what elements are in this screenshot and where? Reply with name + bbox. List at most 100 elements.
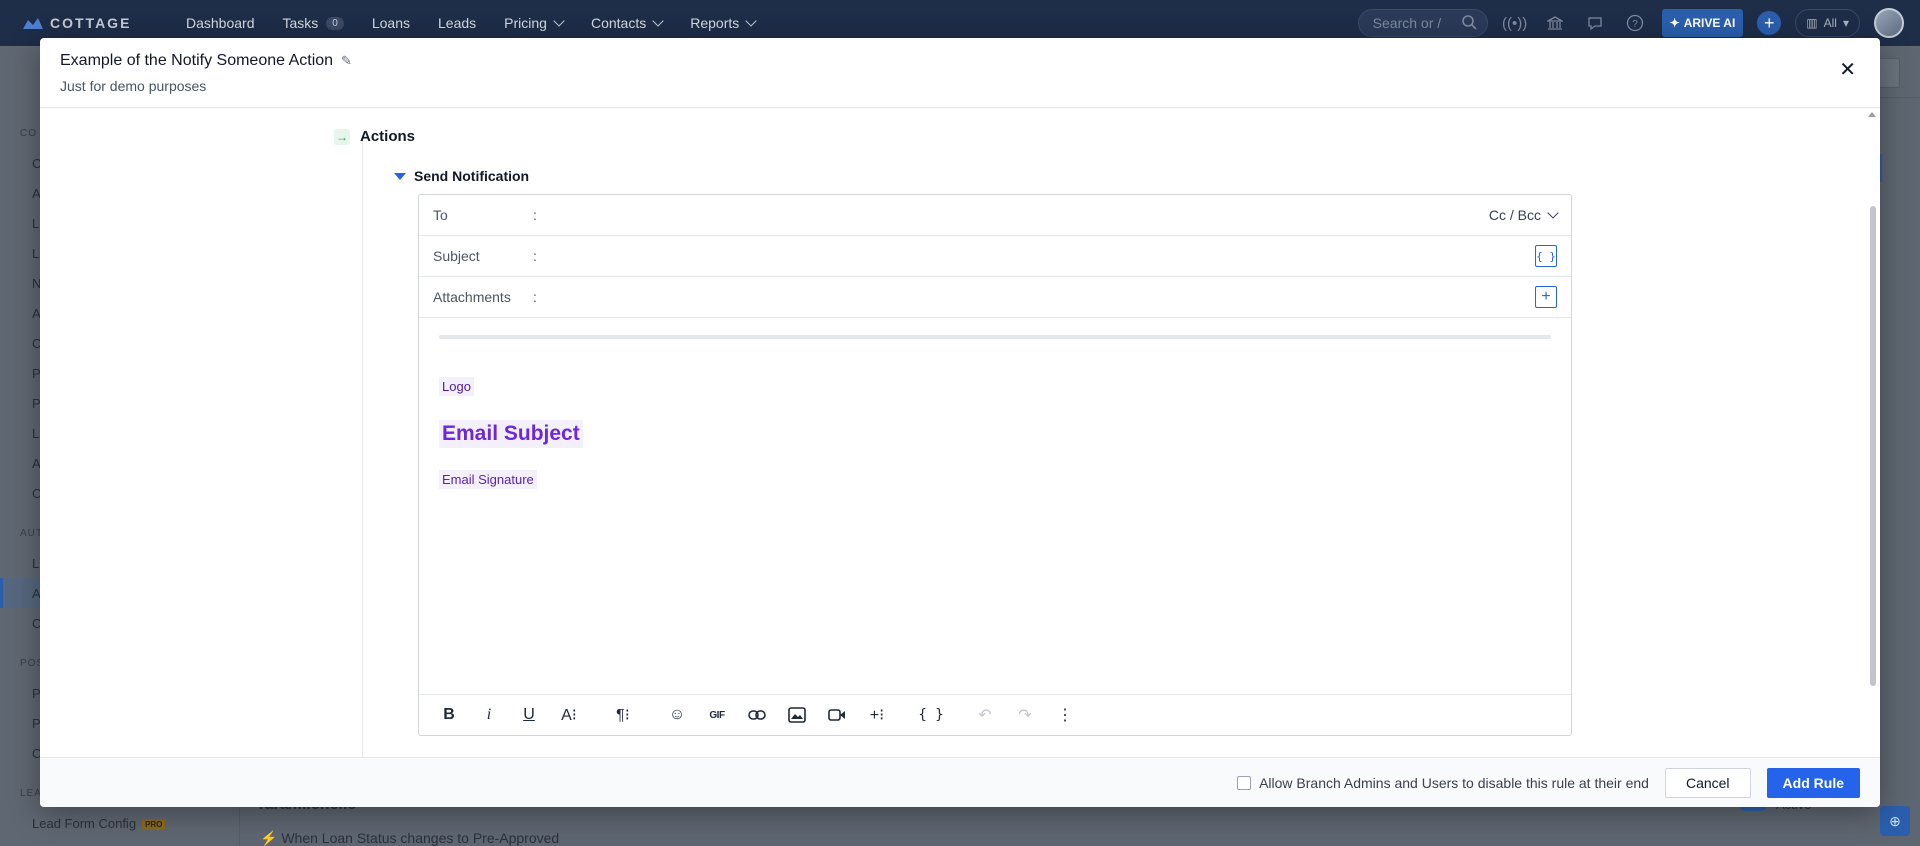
- brand-logo[interactable]: COTTAGE: [22, 15, 172, 31]
- nav-item-label: Pricing: [504, 15, 547, 31]
- help-icon[interactable]: ?: [1622, 10, 1648, 36]
- gif-icon[interactable]: GIF: [697, 700, 737, 730]
- link-icon[interactable]: [737, 700, 777, 730]
- pro-badge: PRO: [142, 819, 166, 831]
- announcement-icon[interactable]: [1582, 10, 1608, 36]
- scope-label: All: [1823, 16, 1837, 30]
- image-icon[interactable]: [777, 700, 817, 730]
- field-separator: :: [533, 289, 537, 305]
- allow-disable-label: Allow Branch Admins and Users to disable…: [1259, 774, 1649, 791]
- search-icon: [1461, 14, 1477, 33]
- modal-header: Example of the Notify Someone Action ✎ J…: [40, 38, 1880, 108]
- to-input[interactable]: [546, 200, 1489, 230]
- brand-name: COTTAGE: [50, 15, 132, 31]
- field-separator: :: [533, 207, 537, 223]
- attachments-label: Attachments: [433, 289, 511, 305]
- cottage-logo-icon: [22, 16, 44, 30]
- background-sidebar-item: L: [32, 426, 40, 441]
- add-rule-button[interactable]: Add Rule: [1766, 767, 1860, 798]
- text-size-icon[interactable]: A⁝: [549, 700, 589, 730]
- add-attachment-button[interactable]: +: [1535, 286, 1557, 308]
- background-sidebar-item-lead-form-config: Lead Form Config PRO: [32, 816, 166, 831]
- variables-icon[interactable]: { }: [911, 700, 951, 730]
- arive-ai-button[interactable]: ✦ ARIVE AI: [1661, 9, 1744, 37]
- caret-down-icon[interactable]: [394, 172, 406, 180]
- modal-title: Example of the Notify Someone Action: [60, 52, 334, 69]
- paragraph-format-icon[interactable]: ¶⁝: [603, 700, 643, 730]
- search-placeholder: Search or /: [1372, 15, 1442, 31]
- insert-variable-button[interactable]: { }: [1535, 245, 1557, 267]
- to-row: To : Cc / Bcc: [419, 195, 1571, 236]
- allow-disable-checkbox[interactable]: [1237, 775, 1252, 790]
- nav-item-label: Tasks: [282, 15, 319, 31]
- video-icon[interactable]: [817, 700, 857, 730]
- condition-field: Loan Status: [321, 830, 397, 846]
- template-signature-block: Email Signature: [439, 448, 1551, 489]
- cc-bcc-label: Cc / Bcc: [1488, 207, 1541, 223]
- bank-icon[interactable]: [1542, 10, 1568, 36]
- actions-label: Actions: [360, 128, 416, 145]
- subject-input[interactable]: [546, 241, 1535, 271]
- email-composer: To : Cc / Bcc Subject : { } Attachments …: [418, 194, 1572, 736]
- to-label: To: [433, 207, 448, 223]
- emoji-icon[interactable]: ☺: [657, 700, 697, 730]
- nav-item-label: Reports: [690, 15, 740, 31]
- cc-bcc-toggle[interactable]: Cc / Bcc: [1488, 207, 1559, 223]
- nav-item-label: Dashboard: [186, 15, 255, 31]
- underline-icon[interactable]: U: [509, 700, 549, 730]
- template-subject-block: Email Subject: [439, 396, 1551, 448]
- arrow-right-icon[interactable]: →: [334, 128, 350, 145]
- sparkle-icon: ✦: [1669, 16, 1680, 30]
- scope-selector[interactable]: ▥ All ▾: [1795, 9, 1860, 37]
- bold-icon[interactable]: B: [429, 700, 469, 730]
- global-search-input[interactable]: Search or /: [1357, 9, 1488, 37]
- chevron-down-icon: [745, 15, 757, 27]
- field-separator: :: [533, 248, 537, 264]
- more-options-icon[interactable]: ⋮: [1045, 700, 1085, 730]
- nav-actions: Search or / ((•)) ? ✦ ARIVE AI + ▥ All ▾: [1357, 8, 1904, 38]
- background-sidebar-item: L: [32, 246, 40, 261]
- undo-icon[interactable]: ↶: [965, 700, 1005, 730]
- actions-section-header[interactable]: → Actions: [334, 128, 415, 145]
- quick-create-button[interactable]: +: [1757, 11, 1782, 35]
- background-sidebar-item: L: [32, 556, 40, 571]
- close-icon[interactable]: ✕: [1839, 60, 1856, 80]
- template-logo-placeholder[interactable]: Logo: [439, 377, 474, 396]
- send-notification-header[interactable]: Send Notification: [394, 168, 529, 184]
- background-rule-condition: ⚡ When Loan Status changes to Pre-Approv…: [260, 830, 559, 846]
- redo-icon[interactable]: ↷: [1005, 700, 1045, 730]
- attachments-row: Attachments : +: [419, 277, 1571, 318]
- nav-item-label: Loans: [371, 15, 411, 31]
- plus-icon: +: [1764, 12, 1775, 33]
- subject-label: Subject: [433, 248, 480, 264]
- allow-disable-option[interactable]: Allow Branch Admins and Users to disable…: [1237, 775, 1649, 791]
- modal-subtitle: Just for demo purposes: [60, 78, 207, 94]
- nav-item-label: Leads: [438, 15, 477, 31]
- svg-text:?: ?: [1632, 19, 1638, 30]
- notify-rule-modal: Example of the Notify Someone Action ✎ J…: [40, 38, 1880, 807]
- nav-item-label: Contacts: [590, 15, 647, 31]
- scroll-up-arrow-icon[interactable]: [1868, 112, 1876, 117]
- template-divider: [439, 335, 1551, 339]
- template-subject-placeholder[interactable]: Email Subject: [439, 420, 583, 448]
- email-body-editor[interactable]: Logo Email Subject Email Signature: [419, 319, 1571, 695]
- condition-operator: changes to: [400, 830, 469, 846]
- broadcast-icon[interactable]: ((•)): [1502, 10, 1528, 36]
- tree-connector-line: [362, 140, 363, 758]
- italic-icon[interactable]: i: [469, 700, 509, 730]
- background-sidebar-item-label: Lead Form Config: [32, 816, 137, 831]
- attachments-area[interactable]: [547, 282, 1535, 312]
- template-signature-placeholder[interactable]: Email Signature: [439, 470, 537, 489]
- modal-footer: Allow Branch Admins and Users to disable…: [40, 757, 1880, 807]
- condition-prefix: When: [281, 830, 318, 846]
- insert-more-icon[interactable]: +⁝: [857, 700, 897, 730]
- cancel-button[interactable]: Cancel: [1664, 767, 1751, 798]
- modal-scrollbar[interactable]: [1870, 206, 1876, 686]
- edit-title-icon[interactable]: ✎: [341, 53, 352, 69]
- background-section-label: LEA: [20, 788, 42, 799]
- template-logo-block: Logo: [439, 377, 1551, 396]
- background-sidebar-item: L: [32, 216, 40, 231]
- chevron-down-icon: [652, 15, 664, 27]
- user-avatar[interactable]: [1874, 8, 1904, 38]
- lightning-icon: ⚡: [260, 830, 278, 846]
